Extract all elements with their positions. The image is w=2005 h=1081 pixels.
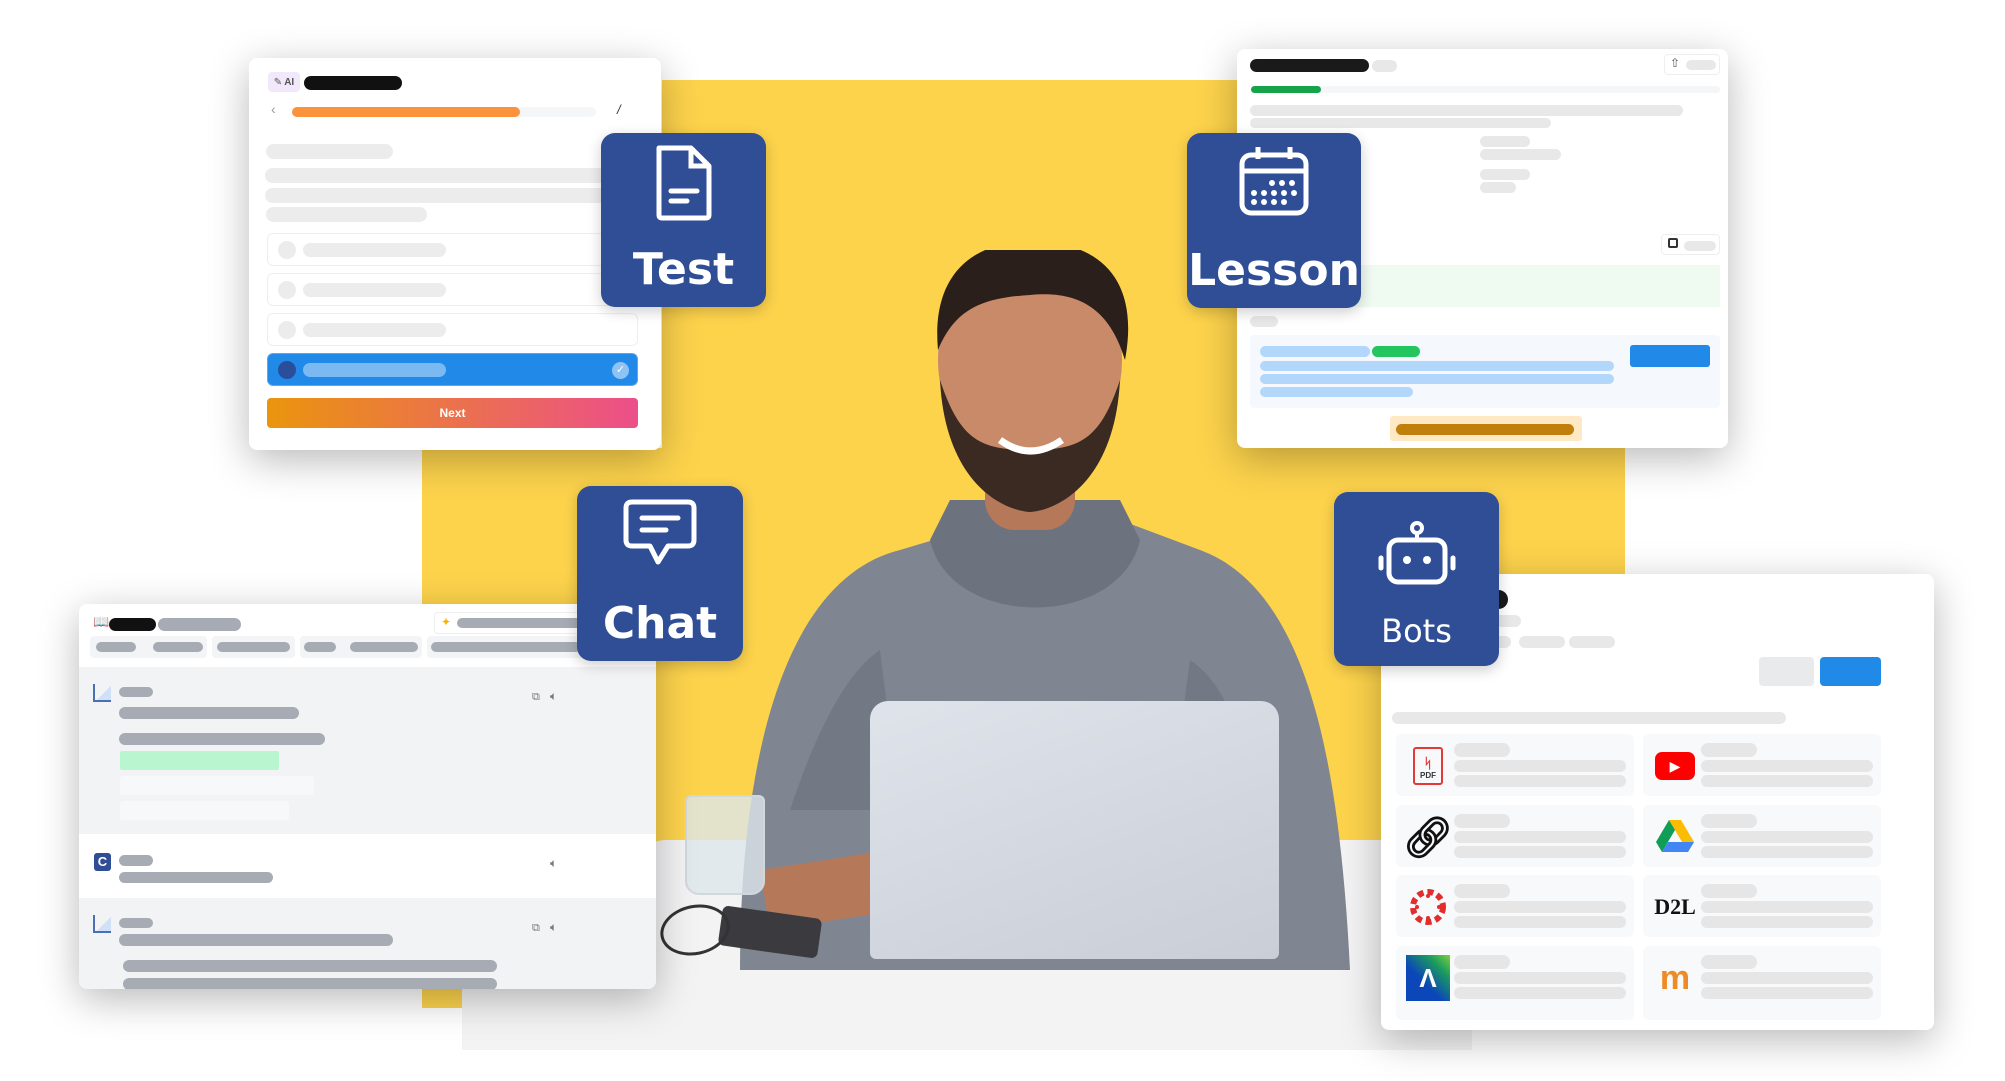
speaker-icon[interactable]: 🔈︎ [550, 920, 557, 935]
next-button[interactable]: Next [267, 398, 638, 428]
answer-option[interactable] [267, 313, 638, 346]
lesson-progress-fill [1251, 86, 1322, 93]
d2l-icon: D2L [1654, 894, 1696, 919]
ai-badge: ✎ AI [268, 72, 300, 92]
lesson-tag [1372, 60, 1397, 72]
answer-option[interactable] [267, 233, 638, 266]
check-icon: ✓ [612, 362, 629, 379]
message-bot: ⧉ 🔈︎ [79, 898, 656, 989]
message-user: C 🔈︎ [79, 834, 656, 898]
chat-tab[interactable] [300, 636, 422, 658]
quiz-progress-fill [292, 107, 520, 117]
quiz-panel: ✎ AI ‹ / ✓ Next [249, 58, 661, 450]
laptop [870, 701, 1279, 959]
google-drive-icon [1653, 815, 1697, 859]
page-counter: / [617, 102, 621, 117]
source-card[interactable] [1643, 805, 1881, 867]
graph-avatar-icon [93, 915, 111, 933]
answer-option-selected[interactable]: ✓ [267, 353, 638, 386]
chat-tab[interactable] [90, 636, 207, 658]
wand-icon: ✎ [273, 76, 283, 88]
source-card[interactable]: Λ [1396, 946, 1634, 1020]
highlight-answer [120, 751, 279, 770]
copy-icon[interactable]: ⧉ [532, 922, 540, 935]
chat-title [109, 618, 156, 631]
search-input[interactable] [1392, 712, 1786, 724]
quiz-progress [292, 107, 596, 117]
back-chevron-icon[interactable]: ‹ [271, 101, 276, 117]
youtube-icon: ▶ [1653, 744, 1697, 788]
source-card[interactable]: D2L [1643, 875, 1881, 937]
start-lesson-button[interactable] [1630, 345, 1710, 367]
meta-line [1480, 136, 1530, 147]
schoology-icon: Λ [1406, 955, 1450, 1001]
meta-line [1480, 182, 1516, 193]
water-glass [685, 795, 765, 895]
copy-icon[interactable]: ⧉ [532, 691, 540, 704]
source-card[interactable]: ▶ [1643, 734, 1881, 796]
calendar-icon [1239, 147, 1309, 216]
sparkle-icon: ✦ [441, 615, 452, 629]
chat-tab[interactable] [212, 636, 295, 658]
robot-icon [1378, 521, 1455, 585]
cancel-button[interactable] [1759, 657, 1814, 686]
date-button[interactable] [1661, 234, 1720, 255]
pdf-icon: ᛋ PDF [1406, 744, 1450, 788]
quiz-title [304, 76, 402, 90]
create-button[interactable] [1820, 657, 1881, 686]
lesson-progress [1251, 86, 1720, 93]
book-icon: 📖 [93, 614, 110, 629]
chat-panel: 📖 ✦ ⧉ 🔈︎ C 🔈︎ ⧉ 🔈︎ [79, 604, 656, 989]
moodle-icon: m [1659, 958, 1691, 997]
canvas-icon [1406, 885, 1450, 929]
lesson-card [1250, 335, 1720, 408]
lesson-badge: Lesson [1187, 133, 1361, 308]
source-card[interactable]: 🔗︎ [1396, 805, 1634, 867]
meta-line [1480, 169, 1530, 180]
share-button[interactable]: ⇧ [1664, 54, 1720, 75]
continue-button[interactable] [1390, 416, 1582, 441]
section-label [1250, 316, 1278, 327]
upload-icon: ⇧ [1670, 56, 1681, 70]
bots-badge: Bots [1334, 492, 1499, 666]
calendar-small-icon [1668, 238, 1678, 248]
chat-bubble-icon [623, 499, 697, 565]
status-pill [1372, 346, 1420, 357]
question-label [266, 144, 393, 159]
graph-avatar-icon [93, 684, 111, 702]
test-badge: Test [601, 133, 766, 307]
source-card[interactable] [1396, 875, 1634, 937]
link-icon: 🔗︎ [1402, 815, 1454, 860]
question-line [266, 207, 427, 222]
meta-line [1480, 149, 1561, 160]
text-line [1250, 118, 1551, 128]
assistant-avatar: C [94, 853, 111, 871]
message-bot: ⧉ 🔈︎ [79, 667, 656, 834]
document-icon [656, 145, 711, 221]
speaker-icon[interactable]: 🔈︎ [550, 856, 557, 871]
source-card[interactable]: m [1643, 946, 1881, 1020]
text-line [1250, 105, 1683, 116]
speaker-icon[interactable]: 🔈︎ [550, 689, 557, 704]
answer-option[interactable] [267, 273, 638, 306]
lesson-title [1250, 59, 1369, 72]
source-card[interactable]: ᛋ PDF [1396, 734, 1634, 796]
chat-badge: Chat [577, 486, 743, 661]
